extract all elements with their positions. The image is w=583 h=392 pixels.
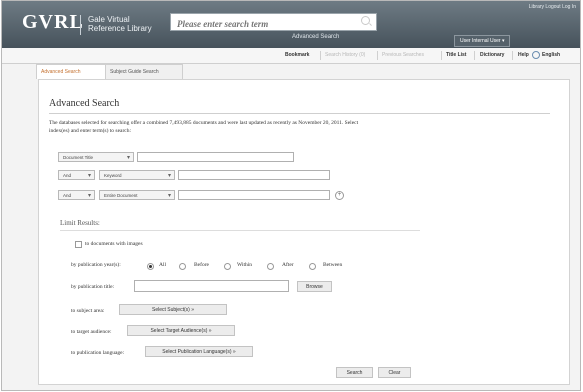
app-window: GVRL Gale Virtual Reference Library Adva…: [1, 0, 581, 391]
help-link[interactable]: Help: [518, 52, 529, 58]
term-input-3[interactable]: [178, 190, 330, 200]
add-row-icon[interactable]: +: [335, 191, 344, 200]
search-icon[interactable]: [361, 16, 370, 25]
logo-subtitle: Gale Virtual Reference Library: [88, 15, 152, 33]
target-audience-label: to target audience:: [71, 329, 112, 335]
subject-area-label: to subject area:: [71, 308, 105, 314]
year-radio-within[interactable]: [224, 263, 231, 270]
term-input-2[interactable]: [178, 170, 330, 180]
publication-title-input[interactable]: [134, 280, 289, 292]
search-description: The databases selected for searching off…: [49, 120, 359, 134]
clear-button[interactable]: Clear: [378, 367, 411, 378]
year-option-before: Before: [194, 262, 209, 268]
search-history-link[interactable]: Search History (0): [325, 52, 365, 58]
limit-results-heading: Limit Results:: [60, 219, 100, 227]
year-option-after: After: [282, 262, 294, 268]
index-select-1[interactable]: Document Title: [58, 152, 134, 163]
bookmark-link[interactable]: Bookmark: [285, 52, 309, 58]
top-links[interactable]: Library Logout Log In: [529, 4, 576, 10]
images-checkbox[interactable]: [75, 241, 82, 248]
advanced-search-panel: Advanced Search The databases selected f…: [38, 79, 570, 385]
user-menu-label: User Internal User: [460, 38, 501, 44]
year-radio-between[interactable]: [309, 263, 316, 270]
toolbar-divider: [320, 51, 321, 60]
operator-select-2[interactable]: And: [58, 170, 95, 181]
language-selector[interactable]: English: [542, 52, 560, 58]
basic-search-box: [170, 13, 377, 31]
toolbar-divider: [474, 51, 475, 60]
divider: [60, 230, 420, 231]
title-list-link[interactable]: Title List: [446, 52, 466, 58]
divider: [49, 113, 550, 114]
publication-title-label: by publication title:: [71, 284, 115, 290]
search-input[interactable]: [171, 17, 357, 31]
year-radio-after[interactable]: [267, 263, 274, 270]
year-option-between: Between: [323, 262, 343, 268]
year-option-all: All: [159, 262, 167, 268]
select-audience-button[interactable]: Select Target Audience(s) »: [127, 325, 235, 336]
page-title: Advanced Search: [49, 98, 120, 109]
toolbar-divider: [441, 51, 442, 60]
index-select-3[interactable]: Entire Document: [99, 190, 175, 201]
dictionary-link[interactable]: Dictionary: [480, 52, 504, 58]
logo-divider: [80, 15, 81, 35]
browse-button[interactable]: Browse: [297, 281, 332, 292]
globe-icon: [532, 51, 540, 59]
images-label: to documents with images: [85, 241, 143, 247]
search-button[interactable]: Search: [336, 367, 373, 378]
index-select-2[interactable]: Keyword: [99, 170, 175, 181]
header-bar: GVRL Gale Virtual Reference Library Adva…: [2, 1, 580, 48]
term-input-1[interactable]: [137, 152, 294, 162]
toolbar-divider: [512, 51, 513, 60]
advanced-search-link[interactable]: Advanced Search: [292, 34, 339, 40]
publication-year-label: by publication year(s):: [71, 262, 121, 268]
publication-language-label: to publication language:: [71, 350, 125, 356]
logo-subtitle-line-2: Reference Library: [88, 24, 152, 33]
select-language-button[interactable]: Select Publication Language(s) »: [145, 346, 253, 357]
tab-subject-guide-search[interactable]: Subject Guide Search: [105, 64, 183, 79]
toolbar: Bookmark Search History (0) Previous Sea…: [2, 48, 580, 64]
toolbar-divider: [377, 51, 378, 60]
previous-searches-link[interactable]: Previous Searches: [382, 52, 424, 58]
year-radio-before[interactable]: [179, 263, 186, 270]
logo-subtitle-line-1: Gale Virtual: [88, 15, 130, 24]
select-subject-button[interactable]: Select Subject(s) »: [119, 304, 227, 315]
year-radio-all[interactable]: [147, 263, 154, 270]
gvrl-logo[interactable]: GVRL: [22, 11, 84, 34]
operator-select-3[interactable]: And: [58, 190, 95, 201]
tab-advanced-search[interactable]: Advanced Search: [36, 64, 106, 79]
user-menu-button[interactable]: User Internal User ▾: [454, 35, 511, 47]
year-option-within: Within: [237, 262, 253, 268]
